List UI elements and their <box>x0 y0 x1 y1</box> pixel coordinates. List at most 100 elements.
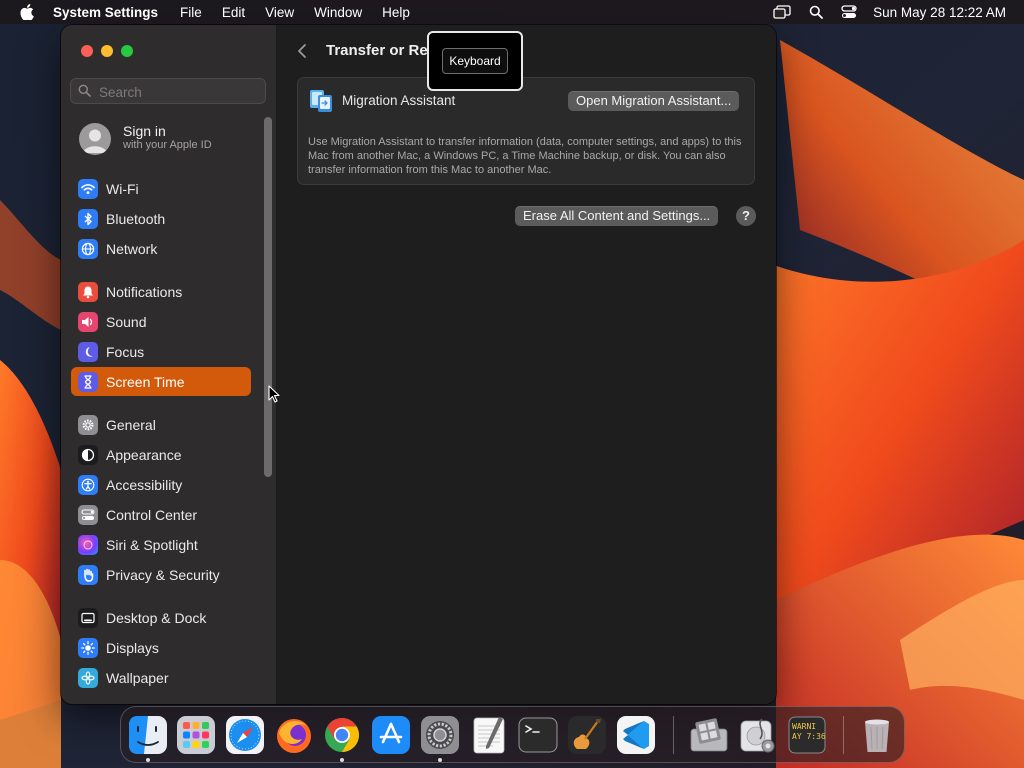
hourglass-icon <box>78 371 98 392</box>
speaker-icon <box>78 311 98 332</box>
sun-icon <box>78 637 98 658</box>
apple-id-account[interactable]: Sign in with your Apple ID <box>79 122 269 156</box>
erase-all-content-button[interactable]: Erase All Content and Settings... <box>515 206 719 226</box>
migration-assistant-label: Migration Assistant <box>342 93 456 108</box>
account-name: Sign in <box>123 123 166 139</box>
sidebar-item-label: General <box>106 416 156 433</box>
chrome-running-indicator <box>340 758 344 762</box>
globe-icon <box>78 238 98 259</box>
system-settings-window: Sign in with your Apple ID Wi-Fi Bluetoo… <box>61 25 776 704</box>
accessibility-icon <box>78 474 98 495</box>
back-chevron-icon[interactable] <box>297 43 307 64</box>
sidebar-item-focus[interactable]: Focus <box>71 337 251 366</box>
search-input[interactable] <box>97 82 261 102</box>
search-icon <box>78 84 91 102</box>
dock-icon <box>78 607 98 628</box>
apple-menu-icon[interactable] <box>17 0 37 24</box>
sidebar-item-label: Desktop & Dock <box>106 609 207 626</box>
control-center-icon[interactable] <box>841 5 857 19</box>
menu-window[interactable]: Window <box>314 5 362 20</box>
sidebar-item-displays[interactable]: Displays <box>71 633 251 662</box>
search-field[interactable] <box>70 78 266 104</box>
sidebar-item-network[interactable]: Network <box>71 234 251 263</box>
sidebar-item-label: Appearance <box>106 446 182 463</box>
sidebar-item-label: Accessibility <box>106 476 183 493</box>
menu-help[interactable]: Help <box>382 5 410 20</box>
console-warning-text: WARNI AY 7:36 <box>792 722 826 741</box>
sidebar-item-siri-spotlight[interactable]: Siri & Spotlight <box>71 530 251 559</box>
sidebar-item-label: Privacy & Security <box>106 566 220 583</box>
control-center-icon <box>78 504 98 525</box>
sidebar-item-label: Sound <box>106 313 147 330</box>
bluetooth-icon <box>78 208 98 229</box>
sidebar-item-wifi[interactable]: Wi-Fi <box>71 174 251 203</box>
menu-view[interactable]: View <box>265 5 294 20</box>
sidebar-item-appearance[interactable]: Appearance <box>71 440 251 469</box>
page-title: Transfer or Re <box>326 42 428 59</box>
system-settings-running-indicator <box>438 758 442 762</box>
hand-icon <box>78 564 98 585</box>
sidebar-item-privacy-security[interactable]: Privacy & Security <box>71 560 251 589</box>
vscode-icon[interactable] <box>616 715 656 755</box>
sidebar-item-label: Wallpaper <box>106 669 169 686</box>
sidebar-item-desktop-dock[interactable]: Desktop & Dock <box>71 603 251 632</box>
account-subtitle: with your Apple ID <box>123 139 212 151</box>
minimize-window-button[interactable] <box>101 45 113 57</box>
sidebar: Sign in with your Apple ID Wi-Fi Bluetoo… <box>61 25 277 704</box>
sidebar-item-control-center[interactable]: Control Center <box>71 500 251 529</box>
sidebar-item-wallpaper[interactable]: Wallpaper <box>71 663 251 692</box>
menu-clock[interactable]: Sun May 28 12:22 AM <box>873 5 1006 20</box>
sidebar-item-label: Control Center <box>106 506 198 523</box>
finder-running-indicator <box>146 758 150 762</box>
keyboard-overlay: Keyboard <box>427 31 523 91</box>
zoom-window-button[interactable] <box>121 45 133 57</box>
close-window-button[interactable] <box>81 45 93 57</box>
wallpaper-icon <box>78 667 98 688</box>
dock-separator <box>843 716 844 754</box>
help-button[interactable]: ? <box>736 206 756 226</box>
finder-icon[interactable] <box>128 715 168 755</box>
safari-icon[interactable] <box>225 715 265 755</box>
migration-description: Use Migration Assistant to transfer info… <box>308 136 742 176</box>
sidebar-item-label: Displays <box>106 639 159 656</box>
menu-file[interactable]: File <box>180 5 202 20</box>
sidebar-item-label: Screen Time <box>106 373 185 390</box>
gear-icon <box>78 414 98 435</box>
system-settings-icon[interactable] <box>420 715 460 755</box>
spotlight-search-icon[interactable] <box>809 5 824 19</box>
sidebar-item-label: Bluetooth <box>106 210 166 227</box>
chrome-icon[interactable] <box>322 715 362 755</box>
siri-icon <box>78 534 98 555</box>
screen-mirroring-icon[interactable] <box>773 5 791 19</box>
textedit-icon[interactable] <box>469 715 509 755</box>
trash-icon[interactable] <box>857 715 897 755</box>
sidebar-item-screen-time[interactable]: Screen Time <box>71 367 251 396</box>
disk-utility-icon[interactable] <box>738 715 778 755</box>
sidebar-item-label: Siri & Spotlight <box>106 536 198 553</box>
garageband-icon[interactable] <box>567 715 607 755</box>
sidebar-item-label: Notifications <box>106 283 183 300</box>
sidebar-item-notifications[interactable]: Notifications <box>71 277 251 306</box>
launchpad-icon[interactable] <box>176 715 216 755</box>
sidebar-item-bluetooth[interactable]: Bluetooth <box>71 204 251 233</box>
open-migration-assistant-button[interactable]: Open Migration Assistant... <box>568 91 740 111</box>
console-icon[interactable]: WARNI AY 7:36 <box>787 715 827 755</box>
moon-icon <box>78 341 98 362</box>
sidebar-scrollbar[interactable] <box>264 117 272 477</box>
menu-edit[interactable]: Edit <box>222 5 245 20</box>
bootcamp-icon[interactable] <box>689 715 729 755</box>
dock: WARNI AY 7:36 <box>120 706 905 763</box>
bell-icon <box>78 281 98 302</box>
menu-bar: System Settings File Edit View Window He… <box>0 0 1024 24</box>
sidebar-item-label: Focus <box>106 343 145 360</box>
firefox-icon[interactable] <box>274 715 314 755</box>
terminal-icon[interactable] <box>518 715 558 755</box>
migration-assistant-group: Migration Assistant Open Migration Assis… <box>297 77 755 185</box>
sidebar-item-general[interactable]: General <box>71 410 251 439</box>
migration-assistant-icon <box>309 89 333 118</box>
main-content: Transfer or Re Migration Assistant Open … <box>277 25 776 704</box>
sidebar-item-accessibility[interactable]: Accessibility <box>71 470 251 499</box>
sidebar-item-sound[interactable]: Sound <box>71 307 251 336</box>
menu-app-name[interactable]: System Settings <box>53 5 158 20</box>
app-store-icon[interactable] <box>371 715 411 755</box>
